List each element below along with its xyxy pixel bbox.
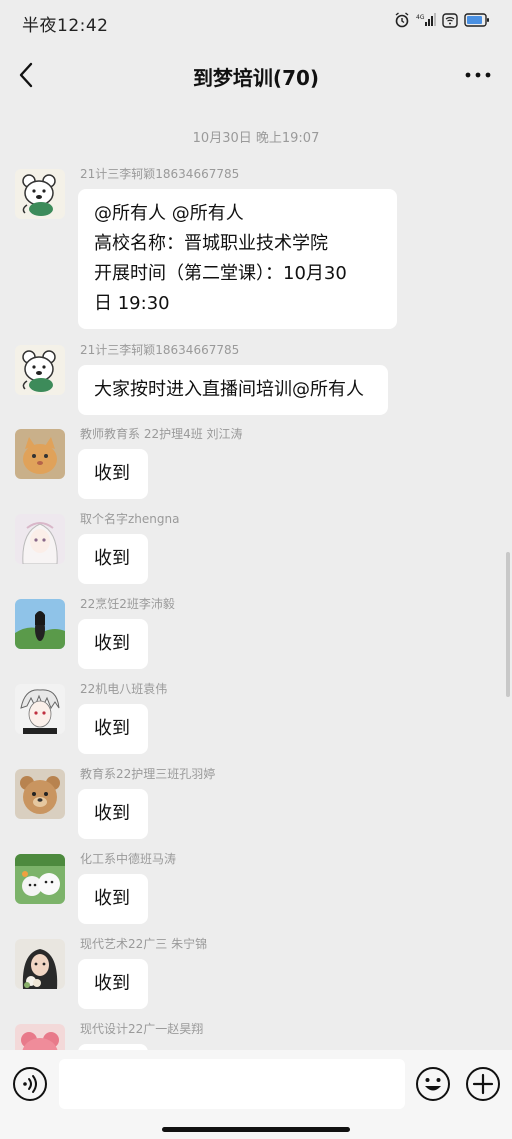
message-line: 收到 [94, 718, 130, 739]
avatar[interactable] [15, 684, 65, 734]
teddy-bear-avatar-icon [15, 769, 65, 819]
emoji-button[interactable] [415, 1066, 451, 1102]
avatar[interactable] [15, 599, 65, 649]
toy-avatar-icon [15, 1024, 65, 1050]
sender-name: 22烹饪2班李沛毅 [80, 597, 175, 611]
sender-name: 教师教育系 22护理4班 刘江涛 [80, 427, 243, 441]
message-line: 收到 [94, 973, 130, 994]
message-bubble[interactable]: 收到 [78, 619, 148, 669]
message-line: 收到 [94, 548, 130, 569]
voice-icon [13, 1067, 47, 1101]
home-indicator[interactable] [162, 1127, 350, 1132]
message-line: 收到 [94, 803, 130, 824]
message-bubble[interactable]: 收到 [78, 874, 148, 924]
chat-area[interactable]: 10月30日 晚上19:07 21计三李轲颖18634667785 @所有人 @… [0, 105, 512, 1050]
avatar[interactable] [15, 514, 65, 564]
input-bar [0, 1050, 512, 1139]
message-bubble[interactable]: 收到 [78, 534, 148, 584]
sender-name: 现代艺术22广三 朱宁锦 [80, 937, 208, 951]
more-button[interactable] [462, 60, 494, 90]
landscape-avatar-icon [15, 599, 65, 649]
avatar[interactable] [15, 1024, 65, 1050]
avatar[interactable] [15, 769, 65, 819]
more-icon [465, 72, 491, 78]
sender-name: 取个名字zhengna [80, 512, 180, 526]
chat-title: 到梦培训(70) [192, 66, 320, 90]
anime-avatar-icon [15, 514, 65, 564]
avatar[interactable] [15, 345, 65, 395]
sender-name: 21计三李轲颖18634667785 [80, 343, 240, 357]
avatar[interactable] [15, 939, 65, 989]
message-bubble[interactable]: 收到 [78, 704, 148, 754]
status-time: 半夜12:42 [22, 16, 109, 36]
message-bubble[interactable]: @所有人 @所有人 高校名称：晋城职业技术学院 开展时间（第二堂课）：10月30… [78, 189, 397, 329]
message-bubble[interactable]: 收到 [78, 789, 148, 839]
emoji-icon [416, 1067, 450, 1101]
plus-button[interactable] [465, 1066, 501, 1102]
sender-name: 现代设计22广一赵昊翔 [80, 1022, 204, 1036]
message-bubble[interactable]: 收到 [78, 449, 148, 499]
alarm-icon [394, 12, 410, 28]
battery-icon [464, 13, 490, 27]
plus-icon [466, 1067, 500, 1101]
message-line: 收到 [94, 633, 130, 654]
sender-name: 化工系中德班马涛 [80, 852, 177, 866]
avatar[interactable] [15, 169, 65, 219]
polar-bear-avatar-icon [15, 854, 65, 904]
sender-name: 22机电八班袁伟 [80, 682, 168, 696]
message-line: 高校名称：晋城职业技术学院 [94, 233, 328, 254]
message-line: @所有人 @所有人 [94, 203, 244, 224]
svg-text:4G: 4G [416, 14, 425, 21]
sender-name: 21计三李轲颖18634667785 [80, 167, 240, 181]
chat-scrollbar[interactable] [506, 552, 510, 697]
header: 到梦培训(70) [0, 48, 512, 104]
bear-avatar-icon [15, 345, 65, 395]
chat-timestamp: 10月30日 晚上19:07 [192, 131, 320, 146]
status-icons: 4G [394, 12, 490, 28]
avatar[interactable] [15, 854, 65, 904]
message-input[interactable] [59, 1059, 405, 1109]
message-bubble[interactable]: 收到 [78, 959, 148, 1009]
message-line: 大家按时进入直播间培训@所有人 [94, 379, 364, 400]
cat-avatar-icon [15, 429, 65, 479]
sender-name: 教育系22护理三班孔羽婷 [80, 767, 216, 781]
status-bar: 半夜12:42 4G [0, 0, 512, 44]
portrait-avatar-icon [15, 939, 65, 989]
bear-avatar-icon [15, 169, 65, 219]
message-line: 日 19:30 [94, 293, 170, 314]
wifi-icon [442, 12, 458, 28]
message-line: 开展时间（第二堂课）：10月30 [94, 263, 347, 284]
message-bubble[interactable]: 大家按时进入直播间培训@所有人 [78, 365, 388, 415]
voice-button[interactable] [12, 1066, 48, 1102]
signal-icon: 4G [416, 13, 436, 27]
message-line: 收到 [94, 888, 130, 909]
message-line: 收到 [94, 463, 130, 484]
anime-avatar-icon [15, 684, 65, 734]
avatar[interactable] [15, 429, 65, 479]
